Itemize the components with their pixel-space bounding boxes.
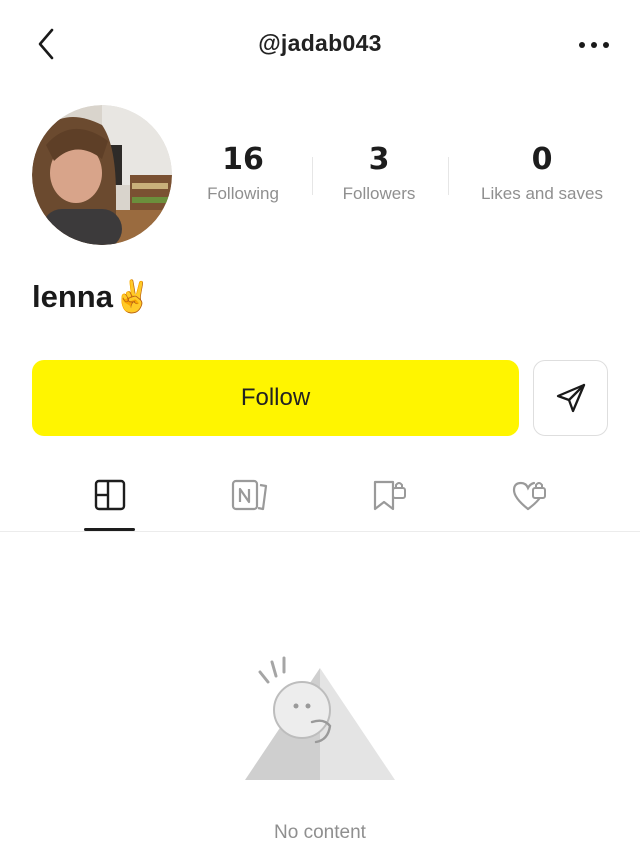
stat-following[interactable]: 16 Following — [198, 142, 288, 204]
send-message-button[interactable] — [533, 360, 608, 436]
stat-divider — [312, 157, 313, 195]
followers-count: 3 — [368, 142, 390, 177]
display-name-text: lenna — [32, 279, 113, 314]
tab-notes[interactable] — [210, 470, 290, 532]
active-tab-indicator — [84, 528, 135, 531]
tab-collections[interactable] — [350, 470, 430, 532]
follow-button[interactable]: Follow — [32, 360, 519, 436]
tab-liked[interactable] — [490, 470, 570, 532]
send-icon — [556, 383, 585, 413]
following-label: Following — [207, 184, 279, 203]
stat-followers[interactable]: 3 Followers — [334, 142, 424, 204]
stat-likes-saves[interactable]: 0 Likes and saves — [472, 142, 612, 204]
empty-state-illustration — [240, 648, 400, 788]
followers-label: Followers — [342, 184, 416, 203]
profile-username: @jadab043 — [258, 30, 382, 56]
likes-saves-count: 0 — [531, 142, 553, 177]
profile-tabs — [0, 470, 640, 532]
grid-layout-icon — [94, 479, 126, 511]
locked-bookmark-icon — [373, 480, 406, 511]
stat-divider — [448, 157, 449, 195]
more-options-button[interactable] — [574, 30, 614, 60]
locked-heart-icon — [512, 481, 546, 511]
top-bar: @jadab043 — [0, 0, 640, 90]
display-name: lenna✌️ — [32, 278, 152, 315]
empty-state-text: No content — [274, 822, 366, 843]
more-horizontal-icon — [579, 42, 609, 48]
notes-icon — [231, 479, 268, 511]
tab-posts[interactable] — [70, 470, 150, 532]
following-count: 16 — [222, 142, 264, 177]
likes-saves-label: Likes and saves — [481, 184, 603, 203]
victory-hand-emoji: ✌️ — [112, 279, 152, 315]
avatar[interactable] — [32, 105, 172, 245]
